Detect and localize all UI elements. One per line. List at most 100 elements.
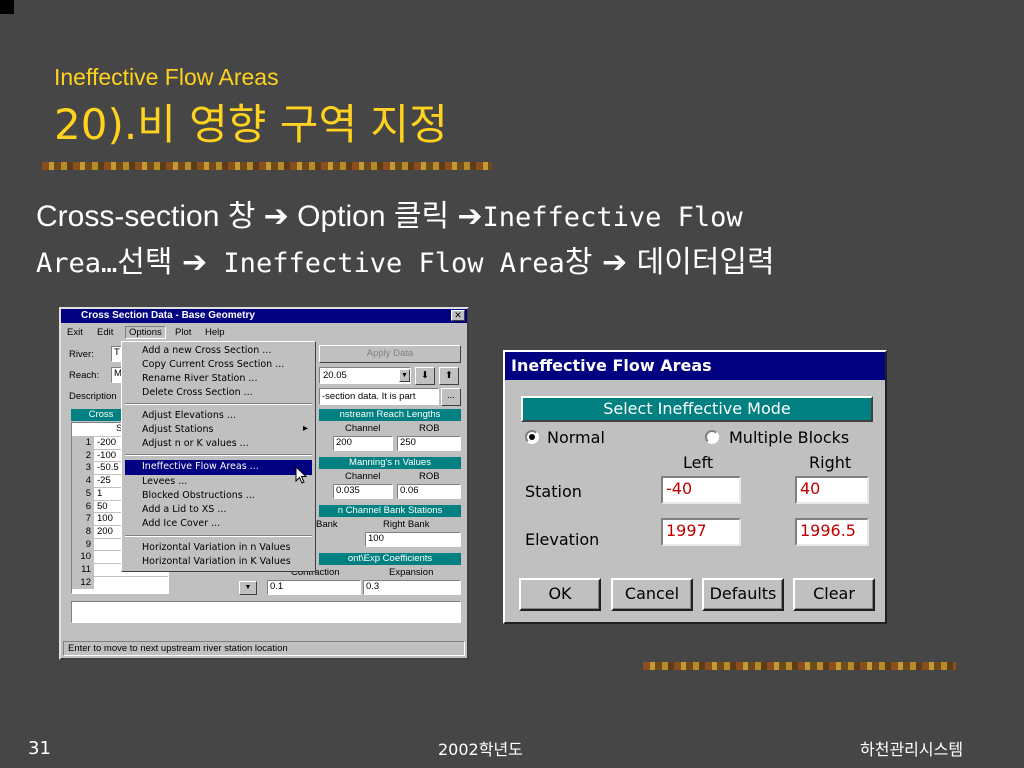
- ineffective-flow-dialog: Ineffective Flow Areas Select Ineffectiv…: [503, 350, 887, 624]
- row-number: 6: [72, 500, 94, 513]
- elevation-label: Elevation: [525, 530, 600, 549]
- menu-item-blocked-obstructions[interactable]: Blocked Obstructions ...: [142, 490, 255, 501]
- menu-item-copy-cross-section[interactable]: Copy Current Cross Section ...: [142, 359, 284, 370]
- station-left-input[interactable]: -40: [661, 476, 741, 504]
- menu-item-adjust-stations[interactable]: Adjust Stations: [142, 424, 213, 435]
- menu-item-ineffective-flow-areas[interactable]: Ineffective Flow Areas ...: [142, 461, 259, 472]
- instruction-text: 선택: [117, 245, 183, 280]
- plot-area: [71, 601, 461, 623]
- menu-separator: [125, 403, 312, 405]
- row-number: 10: [72, 551, 94, 564]
- description-field[interactable]: -section data. It is part: [319, 388, 439, 405]
- row-number: 12: [72, 576, 94, 589]
- chevron-down-icon[interactable]: ▼: [399, 369, 410, 382]
- station-cell[interactable]: -200: [97, 437, 116, 448]
- menu-item-horizontal-k[interactable]: Horizontal Variation in K Values: [142, 556, 291, 567]
- instruction-text: Ineffective Flow Area: [207, 248, 565, 279]
- menu-item-adjust-n-or-k[interactable]: Adjust n or K values ...: [142, 438, 249, 449]
- page-number: 31: [28, 738, 51, 759]
- station-cell[interactable]: 1: [97, 488, 102, 499]
- station-cell[interactable]: -100: [97, 450, 116, 461]
- normal-label: Normal: [547, 428, 605, 447]
- mode-header: Select Ineffective Mode: [521, 396, 873, 422]
- instruction-text: 데이터입력: [627, 245, 775, 280]
- row-number: 3: [72, 462, 94, 475]
- station-cell[interactable]: 50: [97, 501, 108, 512]
- instruction-text: Ineffective Flow: [482, 202, 743, 233]
- row-number: 9: [72, 538, 94, 551]
- menu-plot[interactable]: Plot: [175, 327, 191, 338]
- row-number: 7: [72, 513, 94, 526]
- table-row[interactable]: 12: [72, 575, 168, 589]
- instruction-text: 창: [564, 245, 602, 280]
- menu-item-rename-river-station[interactable]: Rename River Station ...: [142, 373, 257, 384]
- dialog-title: Ineffective Flow Areas: [505, 352, 885, 380]
- right-column-header: Right: [809, 453, 852, 472]
- arrow-icon: ➔: [601, 245, 628, 280]
- river-station-select[interactable]: 20.05: [319, 367, 411, 384]
- contraction-field[interactable]: 0.1: [267, 580, 361, 595]
- menu-item-levees[interactable]: Levees ...: [142, 476, 187, 487]
- menu-exit[interactable]: Exit: [67, 327, 83, 338]
- cancel-button[interactable]: Cancel: [611, 578, 693, 611]
- status-bar: Enter to move to next upstream river sta…: [63, 641, 465, 656]
- description-ellipsis-button[interactable]: ...: [441, 388, 461, 406]
- decorative-rule-bottom: [643, 662, 956, 670]
- clear-button[interactable]: Clear: [793, 578, 875, 611]
- window-titlebar: Cross Section Data - Base Geometry ✕: [61, 309, 467, 323]
- instruction-text: Option 클릭: [288, 200, 458, 233]
- down-arrow-button[interactable]: ⬇: [415, 367, 435, 385]
- menu-item-horizontal-n[interactable]: Horizontal Variation in n Values: [142, 542, 290, 553]
- reach-label: Reach:: [69, 370, 100, 381]
- rob-column-header: ROB: [419, 423, 440, 434]
- menu-item-add-ice-cover[interactable]: Add Ice Cover ...: [142, 518, 220, 529]
- decorative-rule-top: [42, 162, 492, 170]
- station-cell[interactable]: -50.5: [97, 462, 119, 473]
- defaults-button[interactable]: Defaults: [702, 578, 784, 611]
- slide-subtitle: Ineffective Flow Areas: [54, 64, 279, 90]
- footer-org: 하천관리시스템: [860, 740, 964, 759]
- menu-item-delete-cross-section[interactable]: Delete Cross Section ...: [142, 387, 253, 398]
- coefficients-header: ont\Exp Coefficients: [319, 553, 461, 565]
- instruction-line-1: Cross-section 창 ➔ Option 클릭 ➔Ineffective…: [36, 197, 743, 238]
- description-label: Description: [69, 391, 117, 402]
- radio-selected-dot: [529, 434, 535, 440]
- channel-n-field[interactable]: 0.035: [333, 484, 393, 499]
- ok-button[interactable]: OK: [519, 578, 601, 611]
- arrow-icon: ➔: [263, 200, 289, 233]
- station-cell[interactable]: 100: [97, 513, 113, 524]
- expansion-field[interactable]: 0.3: [363, 580, 461, 595]
- station-cell[interactable]: 200: [97, 526, 113, 537]
- arrow-icon: ➔: [182, 245, 208, 280]
- row-number: 11: [72, 564, 94, 576]
- menu-item-add-cross-section[interactable]: Add a new Cross Section ...: [142, 345, 271, 356]
- radio-normal[interactable]: [525, 430, 539, 444]
- right-bank-field[interactable]: 100: [365, 532, 461, 547]
- up-arrow-button[interactable]: ⬆: [439, 367, 459, 385]
- station-cell[interactable]: -25: [97, 475, 111, 486]
- menu-help[interactable]: Help: [205, 327, 225, 338]
- options-menu: Add a new Cross Section ... Copy Current…: [121, 341, 316, 572]
- apply-data-button[interactable]: Apply Data: [319, 345, 461, 363]
- left-column-header: Left: [683, 453, 714, 472]
- row-number: 2: [72, 449, 94, 462]
- menu-item-add-lid[interactable]: Add a Lid to XS ...: [142, 504, 226, 515]
- menu-item-adjust-elevations[interactable]: Adjust Elevations ...: [142, 410, 236, 421]
- footer-year: 2002학년도: [438, 740, 523, 759]
- channel-length-field[interactable]: 200: [333, 436, 393, 451]
- radio-multiple-blocks[interactable]: [705, 430, 719, 444]
- elevation-left-input[interactable]: 1997: [661, 518, 741, 546]
- row-number: 4: [72, 475, 94, 488]
- station-right-input[interactable]: 40: [795, 476, 869, 504]
- elevation-right-input[interactable]: 1996.5: [795, 518, 869, 546]
- chevron-down-icon[interactable]: ▼: [239, 581, 257, 595]
- menu-separator: [125, 454, 312, 456]
- slide-title: 20).비 영향 구역 지정: [54, 100, 448, 149]
- rob-length-field[interactable]: 250: [397, 436, 461, 451]
- close-icon[interactable]: ✕: [451, 310, 465, 321]
- station-label: Station: [525, 482, 582, 501]
- rob-n-field[interactable]: 0.06: [397, 484, 461, 499]
- expansion-column-header: Expansion: [389, 567, 434, 578]
- menu-edit[interactable]: Edit: [97, 327, 113, 338]
- menu-options[interactable]: Options: [125, 326, 166, 339]
